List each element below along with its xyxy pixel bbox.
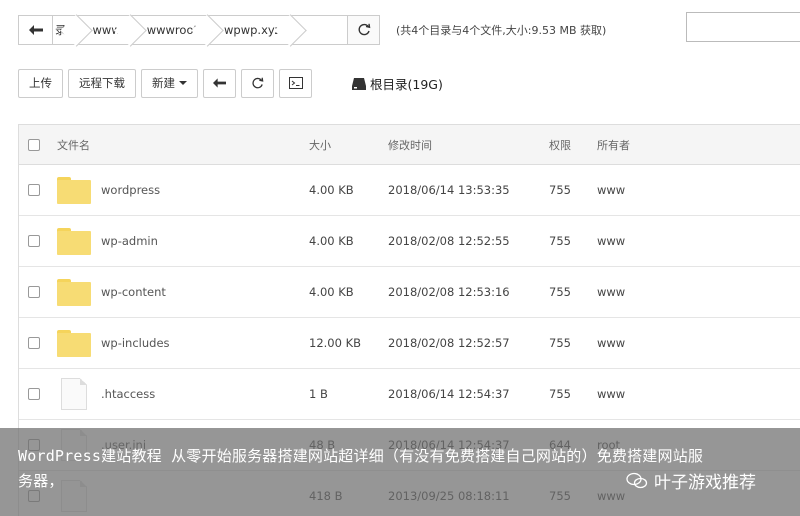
- disk-icon: [352, 77, 366, 90]
- new-button-label: 新建: [152, 76, 175, 90]
- breadcrumb: 录 www wwwroot wpwp.xyz: [18, 15, 380, 45]
- file-permission[interactable]: 755: [549, 318, 571, 368]
- file-permission[interactable]: 755: [549, 216, 571, 266]
- file-owner: www: [597, 183, 626, 197]
- header-permission[interactable]: 权限: [549, 125, 571, 164]
- back-arrow-icon: [213, 78, 226, 88]
- disk-root[interactable]: 根目录(19G): [352, 74, 443, 93]
- terminal-button[interactable]: [279, 68, 312, 98]
- caret-down-icon: [179, 81, 187, 85]
- file-permission[interactable]: 755: [549, 267, 571, 317]
- folder-icon: [57, 176, 91, 204]
- file-permission[interactable]: 755: [549, 369, 571, 419]
- remote-download-button[interactable]: 远程下载: [68, 68, 136, 98]
- back-button[interactable]: [203, 68, 236, 98]
- file-size: 1 B: [309, 387, 328, 401]
- wechat-icon: [626, 472, 648, 488]
- file-modified: 2018/02/08 12:52:55: [388, 234, 510, 248]
- table-row[interactable]: wp-includes 12.00 KB 2018/02/08 12:52:57 75…: [19, 318, 800, 369]
- watermark: 叶子游戏推荐: [626, 468, 756, 493]
- select-all-checkbox[interactable]: [28, 138, 40, 151]
- file-modified: 2018/02/08 12:53:16: [388, 285, 510, 299]
- header-modified[interactable]: 修改时间: [388, 125, 432, 164]
- refresh-icon: [252, 77, 264, 88]
- table-row[interactable]: wp-content 4.00 KB 2018/02/08 12:53:16 755 w…: [19, 267, 800, 318]
- file-owner: www: [597, 234, 626, 248]
- breadcrumb-item[interactable]: 录: [53, 16, 81, 44]
- refresh-icon[interactable]: [347, 16, 379, 44]
- file-name[interactable]: wp-includes: [101, 336, 170, 350]
- folder-icon: [57, 278, 91, 306]
- folder-icon: [57, 329, 91, 357]
- file-size: 12.00 KB: [309, 336, 362, 350]
- search-input[interactable]: [686, 12, 800, 42]
- watermark-text: 叶子游戏推荐: [654, 473, 756, 493]
- row-checkbox[interactable]: [28, 286, 40, 298]
- file-size: 4.00 KB: [309, 183, 354, 197]
- file-owner: www: [597, 285, 626, 299]
- file-name[interactable]: .htaccess: [101, 387, 155, 401]
- file-owner: www: [597, 336, 626, 350]
- terminal-icon: [288, 77, 303, 89]
- file-size: 4.00 KB: [309, 234, 354, 248]
- row-checkbox[interactable]: [28, 388, 40, 400]
- breadcrumb-item-site[interactable]: wpwp.xyz: [212, 16, 295, 44]
- file-owner: www: [597, 387, 626, 401]
- header-owner[interactable]: 所有者: [597, 125, 630, 164]
- file-icon: [61, 378, 87, 410]
- header-size[interactable]: 大小: [309, 125, 331, 164]
- table-header: 文件名 大小 修改时间 权限 所有者: [19, 125, 800, 165]
- folder-icon: [57, 227, 91, 255]
- row-checkbox[interactable]: [28, 337, 40, 349]
- table-row[interactable]: .htaccess 1 B 2018/06/14 12:54:37 755 www: [19, 369, 800, 420]
- file-size: 4.00 KB: [309, 285, 354, 299]
- file-modified: 2018/02/08 12:52:57: [388, 336, 510, 350]
- new-dropdown-button[interactable]: 新建: [141, 68, 198, 98]
- table-row[interactable]: wordpress 4.00 KB 2018/06/14 13:53:35 755 ww…: [19, 165, 800, 216]
- file-modified: 2018/06/14 13:53:35: [388, 183, 510, 197]
- back-arrow-icon[interactable]: [19, 16, 53, 44]
- file-toolbar: 上传 远程下载 新建: [18, 68, 312, 98]
- row-checkbox[interactable]: [28, 235, 40, 247]
- table-row[interactable]: wp-admin 4.00 KB 2018/02/08 12:52:55 755 www: [19, 216, 800, 267]
- file-name[interactable]: wp-content: [101, 285, 166, 299]
- disk-label: 根目录(19G): [370, 77, 443, 92]
- refresh-button[interactable]: [241, 68, 274, 98]
- file-name[interactable]: wordpress: [101, 183, 160, 197]
- file-name[interactable]: wp-admin: [101, 234, 158, 248]
- upload-button[interactable]: 上传: [18, 68, 63, 98]
- directory-summary: (共4个目录与4个文件,大小:9.53 MB 获取): [396, 24, 607, 37]
- row-checkbox[interactable]: [28, 184, 40, 196]
- header-name[interactable]: 文件名: [57, 125, 90, 164]
- address-bar-area: 录 www wwwroot wpwp.xyz (共4个目录与4个文件,大小:9.…: [0, 0, 800, 58]
- file-modified: 2018/06/14 12:54:37: [388, 387, 510, 401]
- file-permission[interactable]: 755: [549, 165, 571, 215]
- caption-text: WordPress建站教程 从零开始服务器搭建网站超详细（有没有免费搭建自己网站…: [18, 447, 704, 490]
